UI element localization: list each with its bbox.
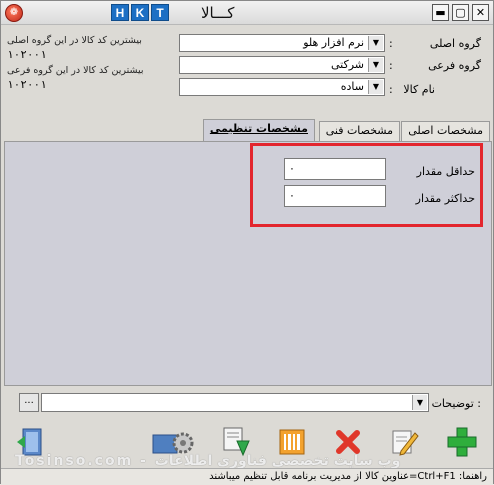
description-select[interactable]: ▼ [41,393,429,412]
window-title: کـــالا [201,4,235,22]
hkt-h-button[interactable]: H [111,4,129,21]
max-qty-input[interactable]: ۰ [284,185,386,207]
max-code-main-value: ۱۰۲۰۰۱ [7,48,47,61]
add-icon[interactable] [445,425,479,459]
item-name-select[interactable]: ساده ▼ [179,78,385,96]
hkt-t-button[interactable]: T [151,4,169,21]
maximize-icon[interactable]: ▢ [452,4,469,21]
item-name-label: نام کالا [403,83,435,96]
max-code-sub-label: بیشترین کد کالا در این گروه فرعی [7,65,144,76]
item-name-value: ساده [340,80,364,93]
chevron-down-icon[interactable]: ▼ [368,80,383,94]
hkt-k-button[interactable]: K [131,4,149,21]
watermark: Tosinso.com - وب سایت تخصصی فناوری اطلاع… [15,453,401,469]
app-logo-icon: ❁ [5,4,23,22]
min-qty-label: حداقل مقدار [416,165,475,178]
sub-group-select[interactable]: شرکتی ▼ [179,56,385,74]
item-name-colon: : [389,83,393,96]
chevron-down-icon[interactable]: ▼ [412,395,427,410]
close-icon[interactable]: ✕ [472,4,489,21]
main-group-label: گروه اصلی [429,37,481,50]
sub-group-value: شرکتی [330,58,364,71]
browse-button[interactable]: ... [19,393,39,412]
status-bar: راهنما: Ctrl+F1=عناوین کالا از مدیریت بر… [1,468,493,485]
tab-tech-specs[interactable]: مشخصات فنی [318,121,400,141]
tab-strip: مشخصات اصلی مشخصات فنی مشخصات تنظیمی [4,119,492,141]
chevron-down-icon[interactable]: ▼ [368,58,383,72]
sub-group-label: گروه فرعی [428,59,481,72]
title-bar: ❁ H K T کـــالا ▬ ▢ ✕ [1,1,493,25]
tab-main-specs[interactable]: مشخصات اصلی [401,121,490,141]
max-code-main-label: بیشترین کد کالا در این گروه اصلی [7,35,142,46]
max-code-sub-value: ۱۰۲۰۰۱ [7,78,47,91]
description-label: توضیحات : [431,397,481,410]
status-hint: راهنما: Ctrl+F1=عناوین کالا از مدیریت بر… [209,471,487,482]
main-group-value: نرم افزار هلو [303,36,364,49]
chevron-down-icon[interactable]: ▼ [368,36,383,50]
sub-group-colon: : [389,59,393,72]
tab-settings-specs[interactable]: مشخصات تنظیمی [202,119,315,141]
main-group-select[interactable]: نرم افزار هلو ▼ [179,34,385,52]
main-group-colon: : [389,37,393,50]
max-qty-label: حداکثر مقدار [415,192,475,205]
item-window: ❁ H K T کـــالا ▬ ▢ ✕ گروه اصلی : نرم اف… [0,0,494,485]
min-qty-input[interactable]: ۰ [284,158,386,180]
minimize-icon[interactable]: ▬ [432,4,449,21]
